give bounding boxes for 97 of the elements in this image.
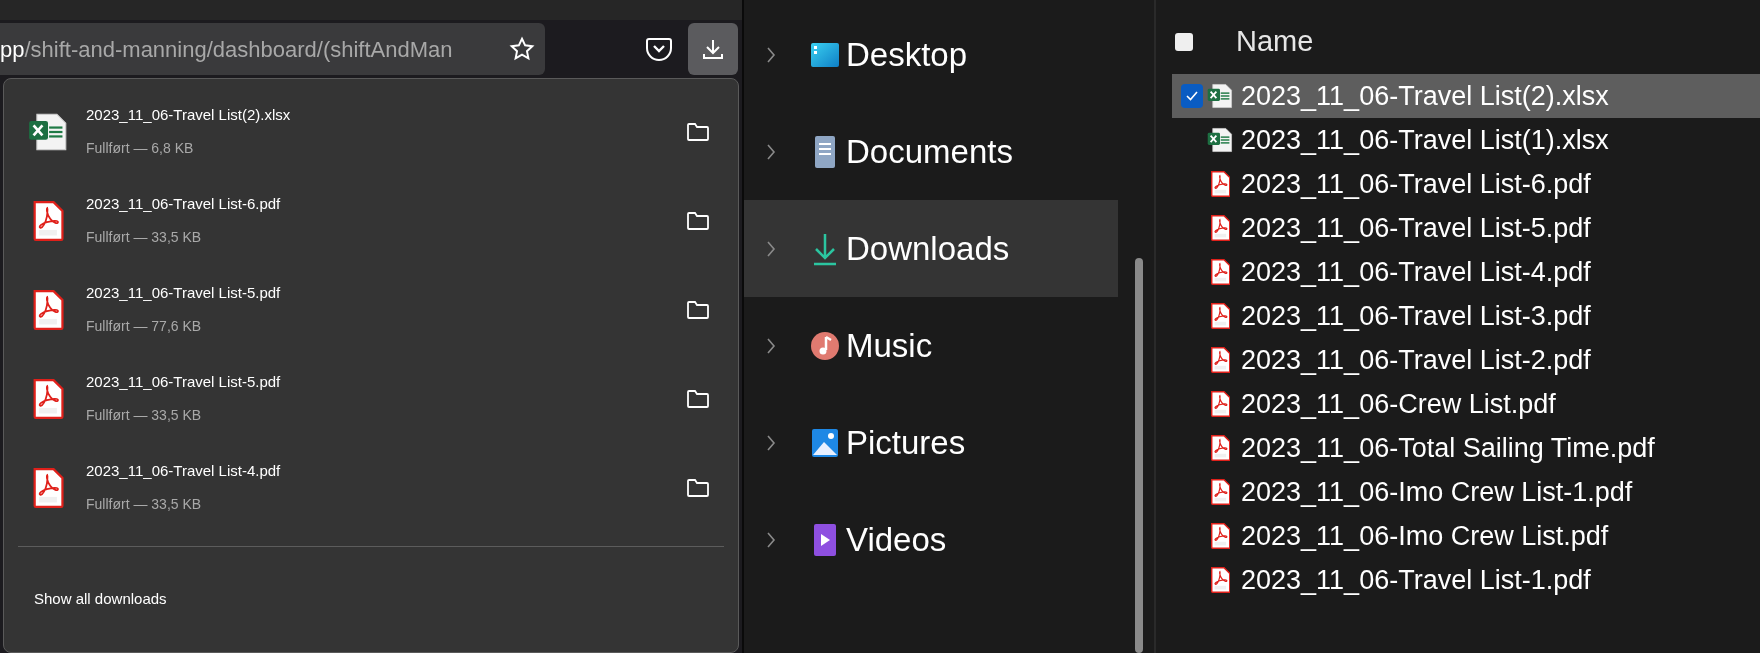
pdf-file-icon: [32, 467, 64, 508]
url-text: pp/shift-and-manning/dashboard/(shiftAndMan: [0, 35, 454, 64]
pdf-file-icon: [1209, 523, 1231, 549]
download-filename: 2023_11_06-Travel List-5.pdf: [86, 282, 282, 303]
download-filename: 2023_11_06-Travel List(2).xlsx: [86, 104, 292, 125]
sidebar-label: Documents: [846, 131, 1013, 172]
download-status: Fullført — 77,6 KB: [86, 317, 203, 337]
downloads-button[interactable]: [688, 23, 738, 75]
select-all-checkbox[interactable]: [1175, 33, 1193, 51]
chevron-right-icon[interactable]: [766, 336, 776, 355]
file-row[interactable]: 2023_11_06-Imo Crew List-1.pdf: [1172, 470, 1760, 514]
spreadsheet-file-icon: [1207, 83, 1233, 109]
file-name: 2023_11_06-Imo Crew List-1.pdf: [1241, 475, 1633, 509]
spreadsheet-file-icon: [28, 111, 68, 152]
scrollbar-thumb[interactable]: [1135, 258, 1143, 653]
file-name: 2023_11_06-Travel List-1.pdf: [1241, 563, 1591, 597]
file-name: 2023_11_06-Total Sailing Time.pdf: [1241, 431, 1655, 465]
download-status: Fullført — 33,5 KB: [86, 228, 203, 248]
file-row[interactable]: 2023_11_06-Imo Crew List.pdf: [1172, 514, 1760, 558]
sidebar-item[interactable]: Pictures: [744, 394, 1118, 491]
file-row[interactable]: 2023_11_06-Travel List-1.pdf: [1172, 558, 1760, 602]
download-item[interactable]: 2023_11_06-Travel List-6.pdf Fullført — 33,5 KB: [18, 176, 724, 265]
pdf-file-icon: [1209, 567, 1231, 593]
file-name: 2023_11_06-Travel List(2).xlsx: [1241, 79, 1609, 113]
download-status: Fullført — 33,5 KB: [86, 406, 203, 426]
file-row[interactable]: 2023_11_06-Travel List(2).xlsx: [1172, 74, 1760, 118]
chevron-right-icon[interactable]: [766, 239, 776, 258]
file-name: 2023_11_06-Imo Crew List.pdf: [1241, 519, 1609, 553]
pdf-file-icon: [1209, 303, 1231, 329]
pdf-file-icon: [1209, 347, 1231, 373]
sidebar-item[interactable]: Music: [744, 297, 1118, 394]
pdf-file-icon: [1209, 259, 1231, 285]
download-filename: 2023_11_06-Travel List-4.pdf: [86, 460, 282, 481]
pdf-file-icon: [1209, 479, 1231, 505]
folder-icon[interactable]: [686, 210, 710, 231]
folder-icon[interactable]: [686, 388, 710, 409]
file-row[interactable]: 2023_11_06-Travel List(1).xlsx: [1172, 118, 1760, 162]
file-name: 2023_11_06-Travel List-2.pdf: [1241, 343, 1591, 377]
document-icon: [814, 134, 836, 169]
pocket-icon[interactable]: [646, 37, 672, 61]
sidebar-label: Videos: [846, 519, 947, 560]
row-checkbox[interactable]: [1181, 84, 1203, 108]
download-item[interactable]: 2023_11_06-Travel List(2).xlsx Fullført — 6,8 KB: [18, 87, 724, 176]
file-name: 2023_11_06-Travel List-6.pdf: [1241, 167, 1591, 201]
star-icon[interactable]: [509, 36, 535, 62]
file-row[interactable]: 2023_11_06-Travel List-6.pdf: [1172, 162, 1760, 206]
file-row[interactable]: 2023_11_06-Crew List.pdf: [1172, 382, 1760, 426]
video-icon: [813, 522, 837, 557]
sidebar-label: Pictures: [846, 422, 966, 463]
pdf-file-icon: [1209, 391, 1231, 417]
file-name: 2023_11_06-Travel List(1).xlsx: [1241, 123, 1609, 157]
download-status: Fullført — 6,8 KB: [86, 139, 195, 159]
download-filename: 2023_11_06-Travel List-5.pdf: [86, 371, 282, 392]
folder-icon[interactable]: [686, 121, 710, 142]
sidebar-item[interactable]: Desktop: [744, 6, 1118, 103]
desktop-icon: [810, 40, 840, 69]
sidebar-item[interactable]: Downloads: [744, 200, 1118, 297]
music-note-icon: [810, 329, 840, 362]
file-row[interactable]: 2023_11_06-Travel List-3.pdf: [1172, 294, 1760, 338]
file-name: 2023_11_06-Travel List-5.pdf: [1241, 211, 1591, 245]
checkmark-icon: [1186, 91, 1198, 101]
pdf-file-icon: [1209, 435, 1231, 461]
file-row[interactable]: 2023_11_06-Total Sailing Time.pdf: [1172, 426, 1760, 470]
pdf-file-icon: [32, 378, 64, 419]
download-icon: [701, 37, 725, 61]
chevron-right-icon[interactable]: [766, 45, 776, 64]
chevron-right-icon[interactable]: [766, 433, 776, 452]
download-item[interactable]: 2023_11_06-Travel List-5.pdf Fullført — 77,6 KB: [18, 265, 724, 354]
download-icon: [813, 231, 837, 266]
pdf-file-icon: [1209, 171, 1231, 197]
folder-icon[interactable]: [686, 299, 710, 320]
download-filename: 2023_11_06-Travel List-6.pdf: [86, 193, 282, 214]
file-name: 2023_11_06-Crew List.pdf: [1241, 387, 1556, 421]
spreadsheet-file-icon: [1207, 127, 1233, 153]
address-bar[interactable]: pp/shift-and-manning/dashboard/(shiftAndMan: [0, 23, 545, 75]
file-row[interactable]: 2023_11_06-Travel List-4.pdf: [1172, 250, 1760, 294]
pdf-file-icon: [1209, 215, 1231, 241]
sidebar-item[interactable]: Videos: [744, 491, 1118, 588]
file-name: 2023_11_06-Travel List-4.pdf: [1241, 255, 1591, 289]
folder-icon[interactable]: [686, 477, 710, 498]
sidebar-item[interactable]: Documents: [744, 103, 1118, 200]
file-row[interactable]: 2023_11_06-Travel List-2.pdf: [1172, 338, 1760, 382]
sidebar-label: Desktop: [846, 34, 968, 75]
chevron-right-icon[interactable]: [766, 142, 776, 161]
picture-icon: [811, 427, 839, 458]
download-item[interactable]: 2023_11_06-Travel List-4.pdf Fullført — 33,5 KB: [18, 443, 724, 532]
show-all-downloads-link[interactable]: Show all downloads: [34, 588, 167, 611]
pdf-file-icon: [32, 200, 64, 241]
file-name: 2023_11_06-Travel List-3.pdf: [1241, 299, 1591, 333]
download-item[interactable]: 2023_11_06-Travel List-5.pdf Fullført — 33,5 KB: [18, 354, 724, 443]
download-status: Fullført — 33,5 KB: [86, 495, 203, 515]
sidebar-label: Downloads: [846, 228, 1010, 269]
chevron-right-icon[interactable]: [766, 530, 776, 549]
file-row[interactable]: 2023_11_06-Travel List-5.pdf: [1172, 206, 1760, 250]
pdf-file-icon: [32, 289, 64, 330]
column-header[interactable]: Name: [1236, 20, 1314, 64]
sidebar-label: Music: [846, 325, 933, 366]
